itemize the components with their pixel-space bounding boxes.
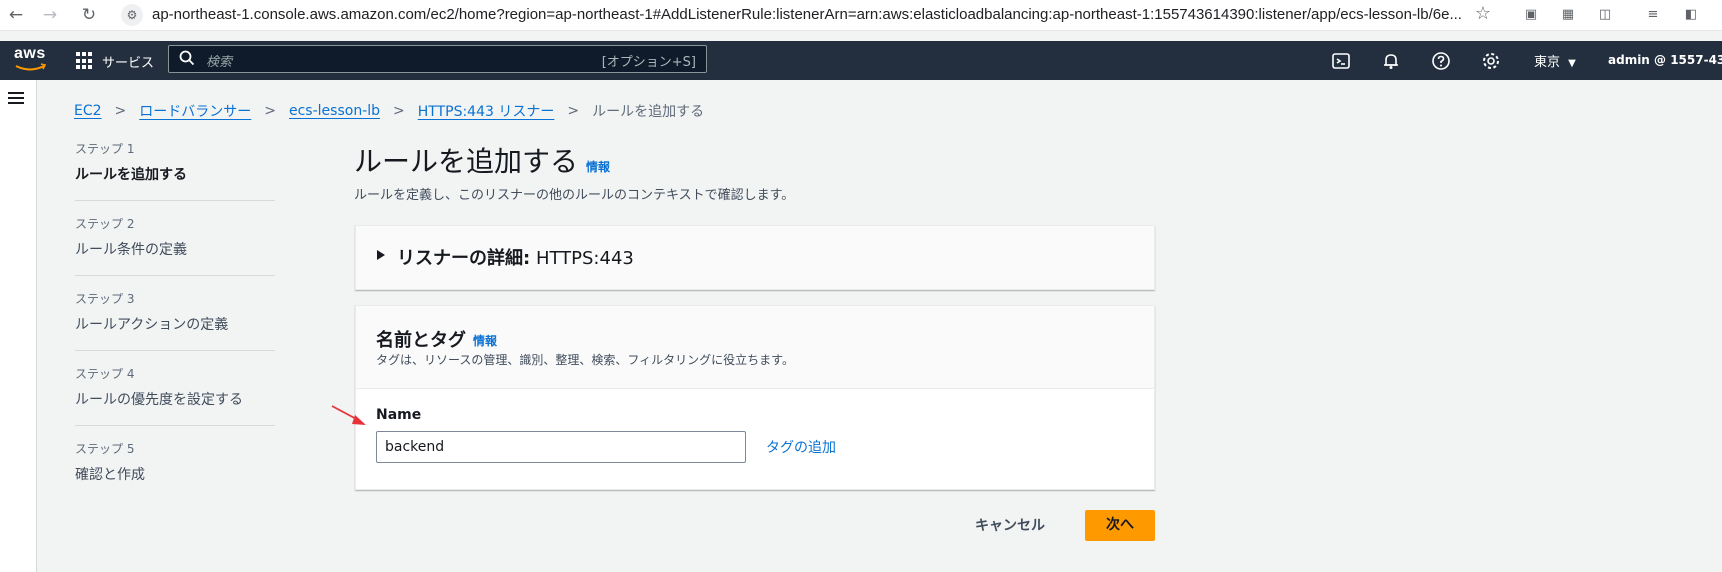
menu-hamburger-icon[interactable] <box>8 92 24 105</box>
wizard-step-5: ステップ 5 確認と作成 <box>75 426 275 501</box>
wizard-step-3: ステップ 3 ルールアクションの定義 <box>75 276 275 351</box>
account-menu[interactable]: admin @ 1557-4361 <box>1608 53 1722 67</box>
aws-logo[interactable]: aws <box>12 45 48 73</box>
region-label: 東京 <box>1534 55 1561 70</box>
wizard-step-4: ステップ 4 ルールの優先度を設定する <box>75 351 275 426</box>
name-field-label: Name <box>376 407 422 423</box>
add-tag-link[interactable]: タグの追加 <box>766 437 836 457</box>
step-number: ステップ 4 <box>75 367 135 381</box>
breadcrumb-current: ルールを追加する <box>592 104 705 120</box>
info-link[interactable]: 情報 <box>586 158 610 175</box>
breadcrumb-load-balancers[interactable]: ロードバランサー <box>139 101 251 121</box>
breadcrumb-listener[interactable]: HTTPS:443 リスナー <box>418 101 555 121</box>
services-grid-icon <box>76 52 94 70</box>
address-bar[interactable]: ap-northeast-1.console.aws.amazon.com/ec… <box>152 5 1462 25</box>
side-panel-icon[interactable]: ◧ <box>1682 6 1700 24</box>
page-description: ルールを定義し、このリスナーの他のルールのコンテキストで確認します。 <box>354 188 795 203</box>
settings-gear-icon[interactable] <box>1481 51 1501 71</box>
services-menu[interactable]: サービス <box>76 50 154 72</box>
name-tag-input[interactable] <box>376 431 746 463</box>
section-title: 名前とタグ <box>376 330 466 351</box>
page-title: ルールを追加する <box>354 145 579 178</box>
step-title: ルールの優先度を設定する <box>75 392 243 408</box>
site-info-icon[interactable]: ⚙ <box>121 4 143 26</box>
chevron-right-icon: > <box>567 103 580 119</box>
extensions-puzzle-icon[interactable]: ◫ <box>1596 6 1614 24</box>
back-icon[interactable]: ← <box>6 5 26 25</box>
breadcrumb-ec2[interactable]: EC2 <box>74 103 102 119</box>
wizard-step-2: ステップ 2 ルール条件の定義 <box>75 201 275 276</box>
step-title: 確認と作成 <box>75 467 145 483</box>
container-header: 名前とタグ 情報 タグは、リソースの管理、識別、整理、検索、フィルタリングに役立… <box>356 306 1154 389</box>
chevron-right-icon: > <box>264 103 276 119</box>
step-title: ルール条件の定義 <box>75 242 187 258</box>
annotation-arrow-icon <box>331 405 366 425</box>
step-number: ステップ 2 <box>75 217 135 231</box>
region-selector[interactable]: 東京 ▼ <box>1534 51 1576 70</box>
bookmark-star-icon[interactable]: ☆ <box>1473 4 1493 24</box>
section-description: タグは、リソースの管理、識別、整理、検索、フィルタリングに役立ちます。 <box>376 353 794 367</box>
chevron-right-icon: > <box>393 103 405 119</box>
step-number: ステップ 3 <box>75 292 135 306</box>
step-title: ルールアクションの定義 <box>75 317 229 333</box>
info-link[interactable]: 情報 <box>473 332 497 349</box>
aws-smile-icon <box>15 63 47 71</box>
notifications-bell-icon[interactable] <box>1381 51 1401 71</box>
reload-icon[interactable]: ↻ <box>79 5 99 25</box>
step-number: ステップ 1 <box>75 142 135 156</box>
listener-details-heading: リスナーの詳細: HTTPS:443 <box>397 244 634 270</box>
cloudshell-icon[interactable] <box>1331 51 1351 71</box>
step-number: ステップ 5 <box>75 442 135 456</box>
search-placeholder: 検索 <box>206 55 233 70</box>
listener-protocol-port: HTTPS:443 <box>535 248 634 269</box>
help-icon[interactable] <box>1431 51 1451 71</box>
wizard-steps: ステップ 1 ルールを追加する ステップ 2 ルール条件の定義 ステップ 3 ル… <box>75 140 275 501</box>
browser-toolbar: ← → ↻ ⚙ ap-northeast-1.console.aws.amazo… <box>0 0 1722 31</box>
reading-list-icon[interactable]: ≡ <box>1644 6 1662 24</box>
search-icon <box>179 50 195 66</box>
aws-top-navigation: aws サービス 検索 [オプション+S] 東京 ▼ admin @ 1557-… <box>0 41 1722 80</box>
chevron-right-icon: > <box>114 103 127 119</box>
qr-code-icon[interactable]: ▦ <box>1559 6 1577 24</box>
wizard-step-1[interactable]: ステップ 1 ルールを追加する <box>75 140 275 201</box>
step-title: ルールを追加する <box>75 167 187 183</box>
search-shortcut-hint: [オプション+S] <box>601 55 696 70</box>
caret-right-icon <box>377 250 385 260</box>
next-button[interactable]: 次へ <box>1085 510 1155 541</box>
breadcrumb-load-balancer[interactable]: ecs-lesson-lb <box>289 103 380 119</box>
name-and-tags-container: 名前とタグ 情報 タグは、リソースの管理、識別、整理、検索、フィルタリングに役立… <box>355 305 1155 490</box>
side-navigation-rail <box>0 80 37 572</box>
global-search-input[interactable]: 検索 [オプション+S] <box>168 45 707 73</box>
caret-down-icon: ▼ <box>1568 58 1576 69</box>
cancel-button[interactable]: キャンセル <box>975 515 1045 535</box>
breadcrumb: EC2 > ロードバランサー > ecs-lesson-lb > HTTPS:4… <box>74 101 704 121</box>
listener-details-expander[interactable]: リスナーの詳細: HTTPS:443 <box>355 225 1155 290</box>
forward-icon[interactable]: → <box>40 5 60 25</box>
services-label: サービス <box>102 55 155 71</box>
listener-details-label: リスナーの詳細: <box>397 248 531 269</box>
extension-icon[interactable]: ▣ <box>1522 6 1540 24</box>
